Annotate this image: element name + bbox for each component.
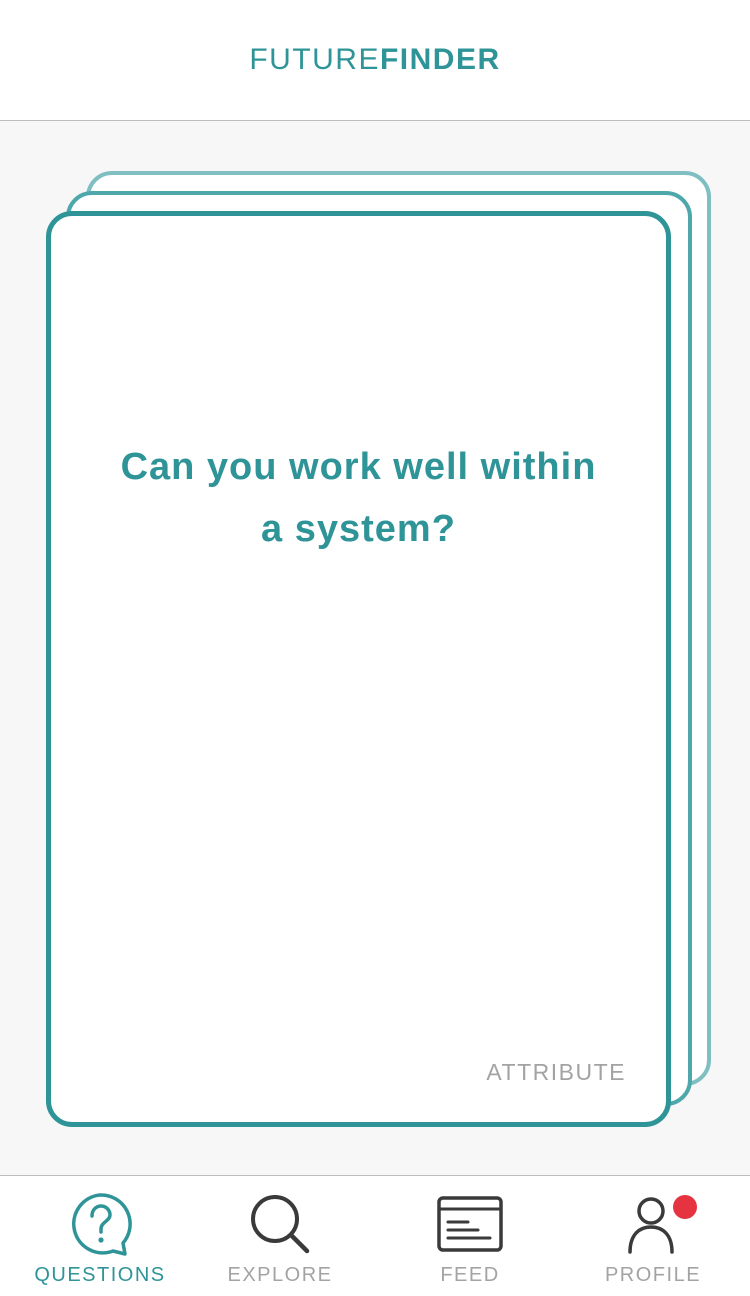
tab-questions-label: QUESTIONS — [34, 1264, 166, 1286]
tab-feed[interactable]: FEED — [390, 1176, 550, 1296]
question-category: ATTRIBUTE — [486, 1059, 626, 1085]
question-bubble-icon — [72, 1193, 132, 1256]
notification-dot — [673, 1195, 697, 1219]
tab-profile-label: PROFILE — [604, 1264, 702, 1286]
app-screen: FUTUREFINDER Can you work well within a … — [0, 0, 750, 1296]
tab-profile[interactable]: PROFILE — [573, 1176, 733, 1296]
card-stack: Can you work well within a system? ATTRI… — [0, 121, 750, 1175]
app-header: FUTUREFINDER — [0, 0, 750, 121]
logo-light-text: FUTURE — [249, 43, 380, 76]
bottom-tab-bar: QUESTIONS EXPLORE FEED PROFILE — [0, 1175, 750, 1296]
tab-questions[interactable]: QUESTIONS — [20, 1176, 180, 1296]
tab-feed-label: FEED — [440, 1264, 500, 1286]
question-text: Can you work well within a system? — [120, 446, 597, 550]
search-icon — [251, 1195, 310, 1254]
tab-explore-label: EXPLORE — [227, 1264, 333, 1286]
question-card[interactable]: Can you work well within a system? ATTRI… — [46, 211, 671, 1127]
tab-explore[interactable]: EXPLORE — [200, 1176, 360, 1296]
feed-icon — [437, 1196, 503, 1252]
app-logo: FUTUREFINDER — [249, 43, 500, 77]
logo-bold-text: FINDER — [379, 43, 501, 76]
